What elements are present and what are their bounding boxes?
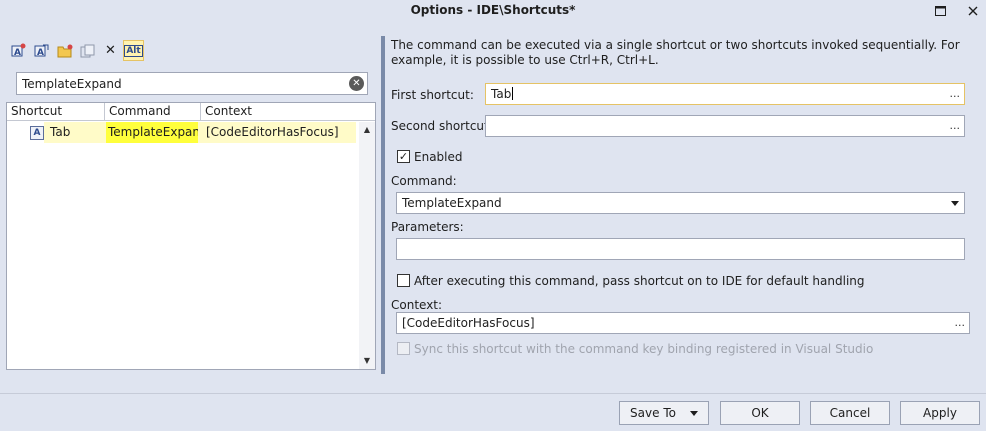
second-shortcut-browse-button[interactable]: ... bbox=[950, 119, 961, 132]
second-shortcut-field[interactable]: ... bbox=[485, 115, 965, 137]
footer-divider bbox=[0, 393, 986, 394]
parameters-input[interactable] bbox=[396, 238, 965, 260]
search-input[interactable] bbox=[22, 75, 342, 92]
shortcuts-toolbar: A A ✕ Alt bbox=[8, 40, 144, 62]
add-shortcut-icon[interactable]: A bbox=[8, 40, 29, 61]
column-header-shortcut[interactable]: Shortcut bbox=[7, 103, 105, 121]
sync-label: Sync this shortcut with the command key … bbox=[414, 342, 874, 356]
add-shortcut-variant-icon[interactable]: A bbox=[31, 40, 52, 61]
shortcuts-table: Shortcut Command Context A Tab TemplateE… bbox=[6, 102, 376, 370]
window-title: Options - IDE\Shortcuts* bbox=[410, 3, 576, 17]
panel-splitter[interactable] bbox=[381, 36, 385, 374]
row-context-cell: [CodeEditorHasFocus] bbox=[198, 122, 356, 143]
enabled-checkbox[interactable]: ✓ bbox=[397, 150, 410, 163]
shortcut-type-icon: A bbox=[30, 125, 44, 140]
alt-toggle-icon[interactable]: Alt bbox=[123, 40, 144, 61]
sync-checkbox bbox=[397, 342, 410, 355]
first-shortcut-value: Tab bbox=[491, 87, 512, 101]
column-header-context[interactable]: Context bbox=[201, 103, 375, 121]
context-field[interactable]: [CodeEditorHasFocus] ... bbox=[396, 312, 970, 334]
scroll-down-icon[interactable]: ▼ bbox=[359, 353, 375, 369]
first-shortcut-browse-button[interactable]: ... bbox=[950, 87, 961, 100]
column-header-command[interactable]: Command bbox=[105, 103, 201, 121]
enabled-label: Enabled bbox=[414, 150, 463, 164]
command-dropdown[interactable]: TemplateExpand bbox=[396, 192, 965, 214]
context-browse-button[interactable]: ... bbox=[955, 316, 966, 329]
scroll-up-icon[interactable]: ▲ bbox=[359, 122, 375, 138]
context-label: Context: bbox=[391, 298, 443, 312]
description-text: The command can be executed via a single… bbox=[391, 38, 960, 67]
ok-button[interactable]: OK bbox=[720, 401, 800, 425]
chevron-down-icon bbox=[689, 410, 698, 416]
delete-icon[interactable]: ✕ bbox=[100, 40, 121, 61]
save-to-label: Save To bbox=[630, 406, 676, 420]
clear-search-icon[interactable]: ✕ bbox=[349, 76, 364, 91]
open-folder-icon[interactable] bbox=[54, 40, 75, 61]
second-shortcut-label: Second shortcut: bbox=[391, 119, 493, 133]
maximize-icon[interactable] bbox=[924, 0, 956, 22]
parameters-label: Parameters: bbox=[391, 220, 464, 234]
row-shortcut-cell: Tab bbox=[44, 122, 106, 143]
pass-shortcut-label: After executing this command, pass short… bbox=[414, 274, 865, 288]
svg-text:A: A bbox=[14, 48, 21, 58]
command-value: TemplateExpand bbox=[402, 196, 502, 210]
alt-toggle-label: Alt bbox=[124, 44, 143, 57]
table-row[interactable]: A Tab TemplateExpand [CodeEditorHasFocus… bbox=[7, 122, 359, 143]
title-bar: Options - IDE\Shortcuts* bbox=[0, 0, 986, 22]
context-value: [CodeEditorHasFocus] bbox=[402, 316, 535, 330]
copy-icon[interactable] bbox=[77, 40, 98, 61]
row-command-cell: TemplateExpand bbox=[106, 122, 198, 143]
cancel-button[interactable]: Cancel bbox=[810, 401, 890, 425]
search-box: ✕ bbox=[16, 72, 368, 95]
text-caret bbox=[512, 87, 514, 100]
first-shortcut-label: First shortcut: bbox=[391, 88, 474, 102]
table-header: Shortcut Command Context bbox=[7, 103, 375, 121]
table-scrollbar[interactable]: ▲ ▼ bbox=[359, 122, 375, 369]
pass-shortcut-checkbox[interactable] bbox=[397, 274, 410, 287]
save-to-button[interactable]: Save To bbox=[619, 401, 709, 425]
chevron-down-icon bbox=[951, 201, 959, 206]
command-label: Command: bbox=[391, 174, 457, 188]
apply-button[interactable]: Apply bbox=[900, 401, 980, 425]
svg-text:A: A bbox=[37, 48, 44, 58]
first-shortcut-field[interactable]: Tab ... bbox=[485, 83, 965, 105]
close-icon[interactable] bbox=[957, 0, 986, 22]
